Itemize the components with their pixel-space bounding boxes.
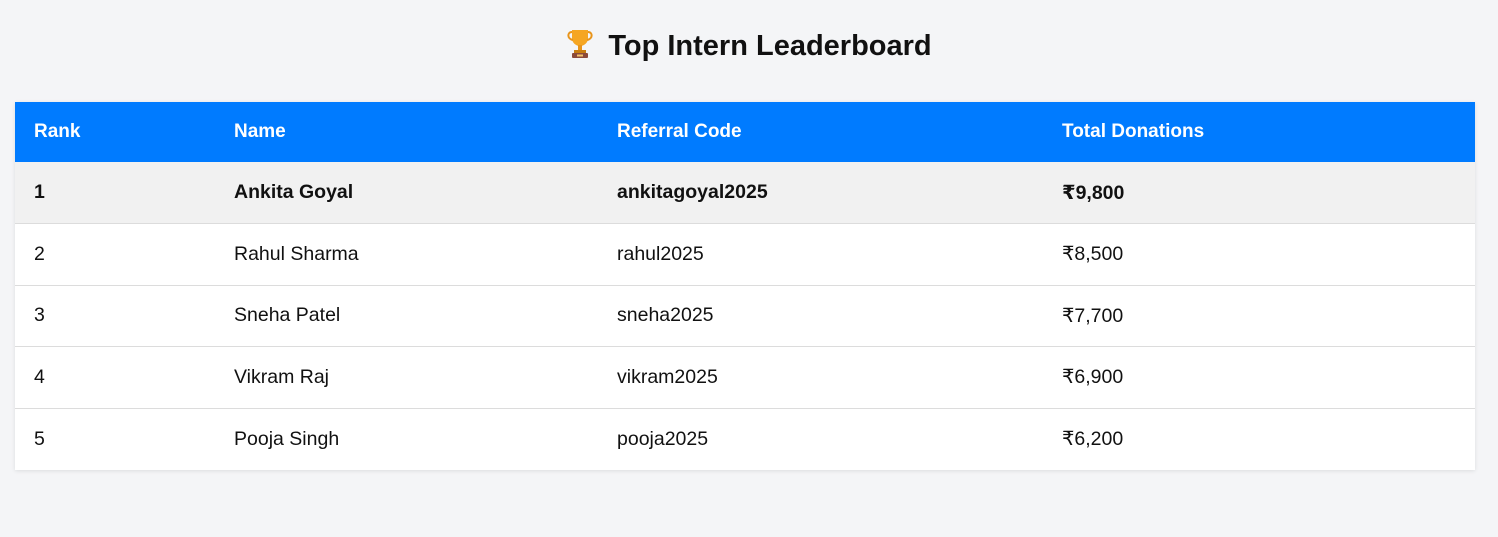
cell-rank: 4 — [15, 346, 215, 409]
cell-name: Sneha Patel — [215, 285, 598, 347]
table-row: 5 Pooja Singh pooja2025 ₹6,200 — [15, 408, 1475, 470]
column-header-total-donations: Total Donations — [1062, 121, 1205, 142]
cell-name: Ankita Goyal — [215, 162, 598, 224]
column-header-name: Name — [234, 121, 286, 142]
cell-referral-code: ankitagoyal2025 — [598, 162, 1043, 224]
cell-total-donations: ₹6,200 — [1062, 428, 1124, 450]
table-row: 1 Ankita Goyal ankitagoyal2025 ₹9,800 — [15, 162, 1475, 224]
table-row: 4 Vikram Raj vikram2025 ₹6,900 — [15, 346, 1475, 409]
trophy-icon — [566, 27, 594, 59]
leaderboard-table: Rank Name Referral Code Total Donations … — [15, 102, 1475, 470]
cell-name: Pooja Singh — [234, 427, 340, 450]
table-body: 1 Ankita Goyal ankitagoyal2025 ₹9,800 2 … — [15, 162, 1475, 470]
cell-name: Vikram Raj — [215, 346, 598, 409]
table-header: Rank Name Referral Code Total Donations — [15, 102, 1475, 162]
cell-total-donations: ₹9,800 — [1043, 162, 1475, 224]
cell-referral-code: sneha2025 — [598, 285, 1043, 347]
column-header-referral-code: Referral Code — [617, 121, 742, 142]
cell-total-donations: ₹7,700 — [1043, 285, 1475, 347]
cell-total-donations: ₹8,500 — [1043, 223, 1475, 286]
table-row: 3 Sneha Patel sneha2025 ₹7,700 — [15, 285, 1475, 347]
cell-rank: 2 — [15, 223, 215, 286]
cell-referral-code: vikram2025 — [598, 346, 1043, 409]
column-header-rank: Rank — [34, 121, 81, 142]
table-row: 2 Rahul Sharma rahul2025 ₹8,500 — [15, 223, 1475, 286]
cell-referral-code: rahul2025 — [598, 223, 1043, 286]
page-title-text: Top Intern Leaderboard — [608, 30, 932, 62]
cell-referral-code: pooja2025 — [617, 427, 709, 450]
cell-rank: 3 — [15, 285, 215, 347]
cell-total-donations: ₹6,900 — [1043, 346, 1475, 409]
cell-rank: 5 — [34, 427, 45, 450]
page-title: Top Intern Leaderboard — [0, 26, 1498, 66]
cell-name: Rahul Sharma — [215, 223, 598, 286]
cell-rank: 1 — [15, 162, 215, 224]
table-header-row: Rank Name Referral Code Total Donations — [15, 102, 1475, 162]
leaderboard-table-container: Rank Name Referral Code Total Donations … — [15, 102, 1475, 470]
